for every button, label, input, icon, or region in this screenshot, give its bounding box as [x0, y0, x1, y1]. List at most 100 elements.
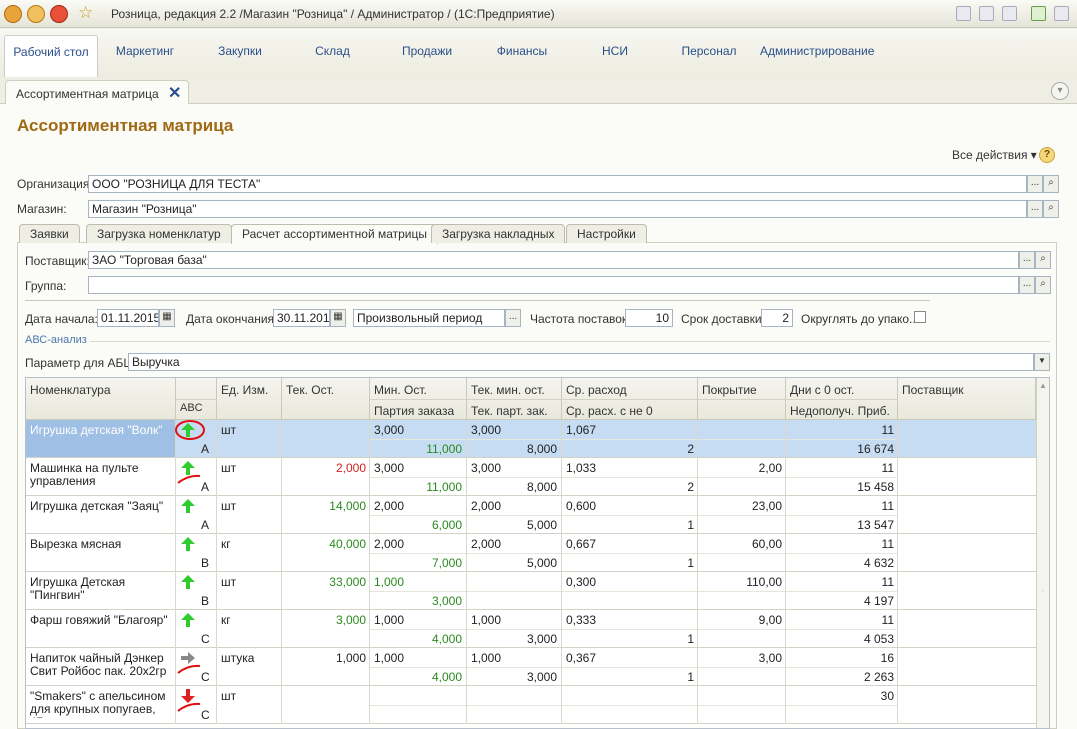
- row-abc: B: [201, 594, 210, 608]
- group-field[interactable]: [88, 276, 1019, 294]
- date-end-calendar-icon[interactable]: ▦: [330, 309, 346, 327]
- section-sales[interactable]: Продажи: [397, 45, 457, 58]
- table-row[interactable]: Вырезка мясная Bкг 40,000 2,000 7,000 2,000 5,…: [26, 534, 1036, 572]
- table-row[interactable]: Фарш говяжий "Благояр" Cкг 3,000 1,000 4,000…: [26, 610, 1036, 648]
- row-cover: 23,00: [751, 499, 782, 513]
- section-nsi[interactable]: НСИ: [595, 45, 635, 58]
- preview-icon[interactable]: [1002, 6, 1017, 21]
- section-desktop[interactable]: Рабочий стол: [4, 35, 98, 77]
- period-select-button[interactable]: ...: [505, 309, 521, 327]
- section-warehouse[interactable]: Склад: [305, 45, 360, 58]
- org-field[interactable]: ООО "РОЗНИЦА ДЛЯ ТЕСТА": [88, 175, 1027, 193]
- row-days: 11: [881, 575, 894, 589]
- col-border: [466, 420, 467, 458]
- save-icon[interactable]: [956, 6, 971, 21]
- row-batch: 11,000: [426, 480, 462, 494]
- table-row[interactable]: "Smakers" с апельсином для крупных попуг…: [26, 686, 1036, 724]
- freq-field[interactable]: 10: [625, 309, 673, 327]
- row-avgnz: 1: [687, 670, 694, 684]
- table-row[interactable]: Напиток чайный Дэнкер Свит Ройбос пак. 2…: [26, 648, 1036, 686]
- row-min: 2,000: [374, 537, 405, 551]
- date-start-calendar-icon[interactable]: ▦: [159, 309, 175, 327]
- tab-settings[interactable]: Настройки: [566, 224, 647, 243]
- col-header-unit[interactable]: Ед. Изм.: [217, 378, 282, 420]
- abc-param-dropdown[interactable]: ▼: [1034, 353, 1050, 371]
- col-border: [561, 572, 562, 610]
- row-curbatch: 8,000: [526, 480, 557, 494]
- row-unit: шт: [221, 423, 237, 437]
- supplier-search-icon[interactable]: ⌕: [1035, 251, 1051, 269]
- vertical-scrollbar[interactable]: ▲ ◦: [1036, 378, 1049, 728]
- section-admin[interactable]: Администрирование: [760, 45, 874, 58]
- window-icon[interactable]: [1054, 6, 1069, 21]
- abc-param-field[interactable]: Выручка: [128, 353, 1034, 371]
- tab-assortment-matrix[interactable]: Ассортиментная матрица ✕: [5, 80, 189, 105]
- tab-orders[interactable]: Заявки: [19, 224, 80, 243]
- period-field[interactable]: Произвольный период: [353, 309, 505, 327]
- row-name: Фарш говяжий "Благояр": [30, 614, 168, 627]
- favorites-star-icon[interactable]: ☆: [78, 3, 93, 23]
- tab-invoices-import[interactable]: Загрузка накладных: [431, 224, 566, 243]
- all-actions-button[interactable]: Все действия ▾: [952, 148, 1037, 162]
- supplier-select-button[interactable]: ...: [1019, 251, 1035, 269]
- divider: [25, 300, 930, 301]
- print-icon[interactable]: [979, 6, 994, 21]
- row-abc: A: [201, 442, 210, 456]
- chevron-down-icon[interactable]: ▾: [1051, 82, 1069, 100]
- table-row[interactable]: Игрушка Детская "Пингвин" Bшт 33,000 1,000 3…: [26, 572, 1036, 610]
- store-field[interactable]: Магазин "Розница": [88, 200, 1027, 218]
- header-subline: [370, 399, 898, 400]
- section-finance[interactable]: Финансы: [490, 45, 554, 58]
- col-border: [897, 572, 898, 610]
- forward-icon[interactable]: [1031, 6, 1046, 21]
- row-batch: 4,000: [431, 632, 462, 646]
- row-avgnz: 2: [687, 442, 694, 456]
- row-unit: шт: [221, 461, 237, 475]
- org-select-button[interactable]: ...: [1027, 175, 1043, 193]
- row-subline: [370, 705, 898, 706]
- store-select-button[interactable]: ...: [1027, 200, 1043, 218]
- round-checkbox[interactable]: [914, 311, 926, 323]
- section-purchases[interactable]: Закупки: [210, 45, 270, 58]
- matrix-table[interactable]: Номенклатура ABC Ед. Изм. Тек. Ост. Мин.…: [25, 377, 1050, 729]
- row-avg: 0,667: [566, 537, 597, 551]
- row-subline: [370, 629, 898, 630]
- date-start-field[interactable]: 01.11.2015: [97, 309, 159, 327]
- row-stock: 2,000: [335, 461, 366, 475]
- delivery-field[interactable]: 2: [761, 309, 793, 327]
- header-subline: [176, 399, 217, 400]
- row-avg: 0,333: [566, 613, 597, 627]
- col-border: [281, 420, 282, 458]
- table-row[interactable]: Игрушка детская "Волк" Aшт 3,000 11,000 3,00…: [26, 420, 1036, 458]
- col-border: [281, 610, 282, 648]
- col-border: [897, 648, 898, 686]
- group-search-icon[interactable]: ⌕: [1035, 276, 1051, 294]
- col-header-nomenclature[interactable]: Номенклатура: [26, 378, 176, 420]
- section-personnel[interactable]: Персонал: [676, 45, 742, 58]
- col-header-stock[interactable]: Тек. Ост.: [282, 378, 370, 420]
- table-row[interactable]: Игрушка детская "Заяц" Aшт 14,000 2,000 6,00…: [26, 496, 1036, 534]
- col-border: [785, 610, 786, 648]
- row-subline: [370, 477, 898, 478]
- help-icon[interactable]: ?: [1039, 147, 1055, 163]
- row-batch: 11,000: [426, 442, 462, 456]
- close-icon[interactable]: ✕: [168, 83, 181, 103]
- row-avg: 0,600: [566, 499, 597, 513]
- menu-down-icon[interactable]: [27, 5, 45, 23]
- row-avg: 1,033: [566, 461, 597, 475]
- app-logo-icon[interactable]: [4, 5, 22, 23]
- col-border: [466, 496, 467, 534]
- col-header-supplier[interactable]: Поставщик: [898, 378, 1036, 420]
- tab-nomenclature-import[interactable]: Загрузка номенклатур: [86, 224, 232, 243]
- date-end-field[interactable]: 30.11.2015: [273, 309, 330, 327]
- org-search-icon[interactable]: ⌕: [1043, 175, 1059, 193]
- group-select-button[interactable]: ...: [1019, 276, 1035, 294]
- supplier-field[interactable]: ЗАО "Торговая база": [88, 251, 1019, 269]
- store-search-icon[interactable]: ⌕: [1043, 200, 1059, 218]
- section-marketing[interactable]: Маркетинг: [110, 45, 180, 58]
- tab-matrix-calculation[interactable]: Расчет ассортиментной матрицы: [231, 224, 439, 244]
- row-lost: 2 263: [863, 670, 894, 684]
- table-row[interactable]: Машинка на пульте управления Aшт 2,000 3,00…: [26, 458, 1036, 496]
- stop-icon[interactable]: [50, 5, 68, 23]
- open-windows-strip: Ассортиментная матрица ✕: [0, 77, 1077, 105]
